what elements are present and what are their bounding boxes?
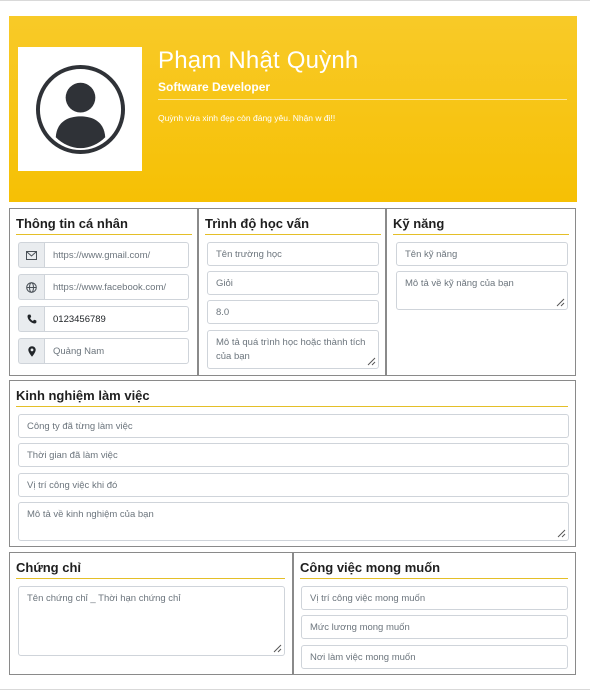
education-description-textarea[interactable]: Mô tả quá trình học hoặc thành tích của … bbox=[207, 330, 379, 369]
experience-title: Kinh nghiệm làm việc bbox=[16, 388, 150, 403]
school-input[interactable]: Tên trường học bbox=[207, 242, 379, 266]
education-description-placeholder: Mô tả quá trình học hoặc thành tích của … bbox=[216, 337, 366, 362]
certificates-panel: Chứng chỉ Tên chứng chỉ _ Thời hạn chứng… bbox=[9, 552, 293, 675]
score-input[interactable]: 8.0 bbox=[207, 300, 379, 324]
skill-description-textarea[interactable]: Mô tả về kỹ năng của bạn bbox=[396, 271, 568, 310]
desired-position-input[interactable]: Vị trí công việc mong muốn bbox=[301, 586, 568, 610]
resize-grip-icon[interactable] bbox=[273, 644, 282, 653]
title-underline bbox=[205, 234, 381, 235]
profile-bio[interactable]: Quỳnh vừa xinh đẹp còn đáng yêu. Nhận w … bbox=[158, 113, 335, 123]
phone-field[interactable]: 0123456789 bbox=[44, 306, 189, 332]
location-input-group: Quảng Nam bbox=[18, 338, 189, 364]
location-field[interactable]: Quảng Nam bbox=[44, 338, 189, 364]
resize-grip-icon[interactable] bbox=[557, 529, 566, 538]
top-divider bbox=[0, 0, 590, 1]
certificates-title: Chứng chỉ bbox=[16, 560, 82, 575]
email-input-group: https://www.gmail.com/ bbox=[18, 242, 189, 268]
resize-grip-icon[interactable] bbox=[367, 357, 376, 366]
email-field[interactable]: https://www.gmail.com/ bbox=[44, 242, 189, 268]
education-panel: Trình độ học vấn Tên trường học Giỏi 8.0… bbox=[198, 208, 386, 376]
rank-input[interactable]: Giỏi bbox=[207, 271, 379, 295]
profile-job-title[interactable]: Software Developer bbox=[158, 80, 270, 94]
resize-grip-icon[interactable] bbox=[556, 298, 565, 307]
personal-info-title: Thông tin cá nhân bbox=[16, 216, 128, 231]
skills-title: Kỹ năng bbox=[393, 216, 445, 231]
bottom-divider bbox=[0, 689, 590, 690]
work-time-input[interactable]: Thời gian đã làm việc bbox=[18, 443, 569, 467]
user-avatar-icon bbox=[35, 64, 126, 155]
website-input-group: https://www.facebook.com/ bbox=[18, 274, 189, 300]
desired-job-title: Công việc mong muốn bbox=[300, 560, 441, 575]
avatar[interactable] bbox=[18, 47, 142, 171]
profile-name[interactable]: Phạm Nhật Quỳnh bbox=[158, 47, 358, 75]
title-underline bbox=[16, 406, 568, 407]
skills-panel: Kỹ năng Tên kỹ năng Mô tả về kỹ năng của… bbox=[386, 208, 576, 376]
certificates-textarea[interactable]: Tên chứng chỉ _ Thời hạn chứng chỉ bbox=[18, 586, 285, 656]
title-underline bbox=[393, 234, 569, 235]
title-underline bbox=[300, 578, 568, 579]
desired-job-panel: Công việc mong muốn Vị trí công việc mon… bbox=[293, 552, 576, 675]
globe-icon bbox=[18, 274, 44, 300]
experience-description-placeholder: Mô tả về kinh nghiệm của bạn bbox=[27, 509, 154, 520]
profile-header: Phạm Nhật Quỳnh Software Developer Quỳnh… bbox=[9, 16, 577, 202]
location-pin-icon bbox=[18, 338, 44, 364]
experience-description-textarea[interactable]: Mô tả về kinh nghiệm của bạn bbox=[18, 502, 569, 541]
title-underline bbox=[16, 578, 285, 579]
experience-panel: Kinh nghiệm làm việc Công ty đã từng làm… bbox=[9, 380, 576, 547]
desired-location-input[interactable]: Nơi làm việc mong muốn bbox=[301, 645, 568, 669]
personal-info-panel: Thông tin cá nhân https://www.gmail.com/… bbox=[9, 208, 198, 376]
envelope-icon bbox=[18, 242, 44, 268]
desired-salary-input[interactable]: Mức lương mong muốn bbox=[301, 615, 568, 639]
header-divider bbox=[158, 99, 567, 100]
skill-name-input[interactable]: Tên kỹ năng bbox=[396, 242, 568, 266]
company-input[interactable]: Công ty đã từng làm việc bbox=[18, 414, 569, 438]
skill-description-placeholder: Mô tả về kỹ năng của bạn bbox=[405, 278, 514, 289]
education-title: Trình độ học vấn bbox=[205, 216, 310, 231]
title-underline bbox=[16, 234, 192, 235]
certificates-placeholder: Tên chứng chỉ _ Thời hạn chứng chỉ bbox=[27, 593, 181, 604]
website-field[interactable]: https://www.facebook.com/ bbox=[44, 274, 189, 300]
phone-input-group: 0123456789 bbox=[18, 306, 189, 332]
phone-icon bbox=[18, 306, 44, 332]
work-position-input[interactable]: Vị trí công việc khi đó bbox=[18, 473, 569, 497]
